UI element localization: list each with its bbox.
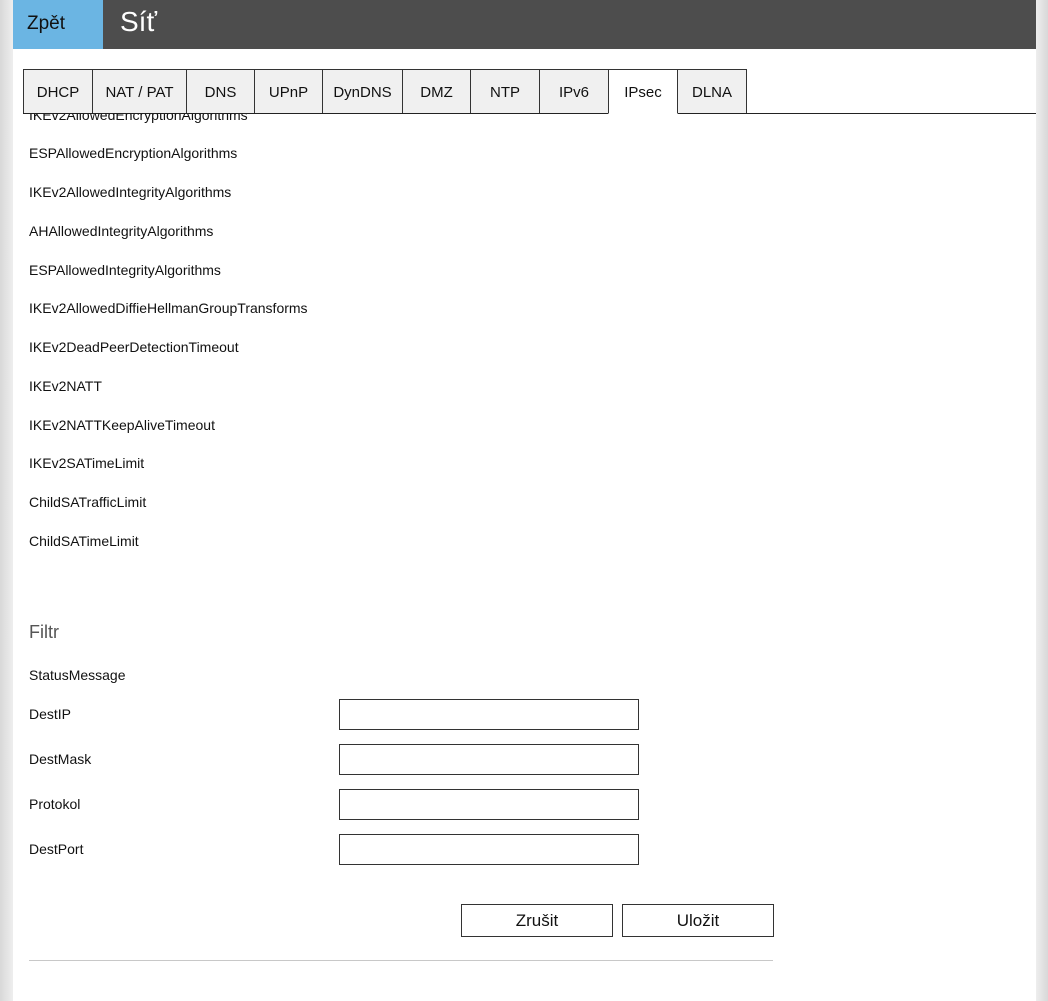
param-label: IKEv2AllowedDiffieHellmanGroupTransforms <box>29 300 308 316</box>
dest-mask-input[interactable] <box>339 744 639 775</box>
top-bar <box>13 0 1036 49</box>
param-label: ChildSATimeLimit <box>29 533 139 549</box>
dest-port-label: DestPort <box>29 841 84 857</box>
tab-dhcp[interactable]: DHCP <box>23 69 93 114</box>
back-button[interactable]: Zpět <box>13 0 103 49</box>
param-label: IKEv2DeadPeerDetectionTimeout <box>29 339 239 355</box>
scroll-content[interactable]: IKEv2AllowedEncryptionAlgorithms ESPAllo… <box>13 114 1036 1001</box>
param-label: IKEv2SATimeLimit <box>29 455 145 471</box>
divider <box>29 960 773 961</box>
tab-dmz[interactable]: DMZ <box>402 69 471 114</box>
tab-ntp[interactable]: NTP <box>470 69 540 114</box>
window-frame-right <box>1036 0 1048 1001</box>
protocol-label: Protokol <box>29 796 81 812</box>
dest-ip-label: DestIP <box>29 706 72 722</box>
tab-dlna[interactable]: DLNA <box>677 69 747 114</box>
tab-dyndns[interactable]: DynDNS <box>322 69 403 114</box>
protocol-input[interactable] <box>339 789 639 820</box>
cancel-button[interactable]: Zrušit <box>461 904 613 937</box>
dest-mask-label: DestMask <box>29 751 92 767</box>
param-label: ESPAllowedEncryptionAlgorithms <box>29 145 238 161</box>
tab-ipsec[interactable]: IPsec <box>608 69 678 114</box>
save-button[interactable]: Uložit <box>622 904 774 937</box>
param-label: IKEv2AllowedIntegrityAlgorithms <box>29 184 232 200</box>
dest-ip-input[interactable] <box>339 699 639 730</box>
page-title: Síť <box>120 6 157 37</box>
tab-upnp[interactable]: UPnP <box>254 69 323 114</box>
tab-dns[interactable]: DNS <box>186 69 255 114</box>
window-frame-left <box>0 0 13 1001</box>
param-label: ChildSATrafficLimit <box>29 494 147 510</box>
tab-ipv6[interactable]: IPv6 <box>539 69 609 114</box>
filter-section-title: Filtr <box>29 622 59 642</box>
status-message-label: StatusMessage <box>29 667 126 683</box>
tab-nat-pat[interactable]: NAT / PAT <box>92 69 187 114</box>
param-label: IKEv2AllowedEncryptionAlgorithms <box>29 114 248 123</box>
param-label: ESPAllowedIntegrityAlgorithms <box>29 262 221 278</box>
param-label: IKEv2NATT <box>29 378 102 394</box>
param-label: IKEv2NATTKeepAliveTimeout <box>29 417 215 433</box>
tab-bar: DHCP NAT / PAT DNS UPnP DynDNS DMZ NTP I… <box>23 69 747 114</box>
dest-port-input[interactable] <box>339 834 639 865</box>
param-label: AHAllowedIntegrityAlgorithms <box>29 223 214 239</box>
